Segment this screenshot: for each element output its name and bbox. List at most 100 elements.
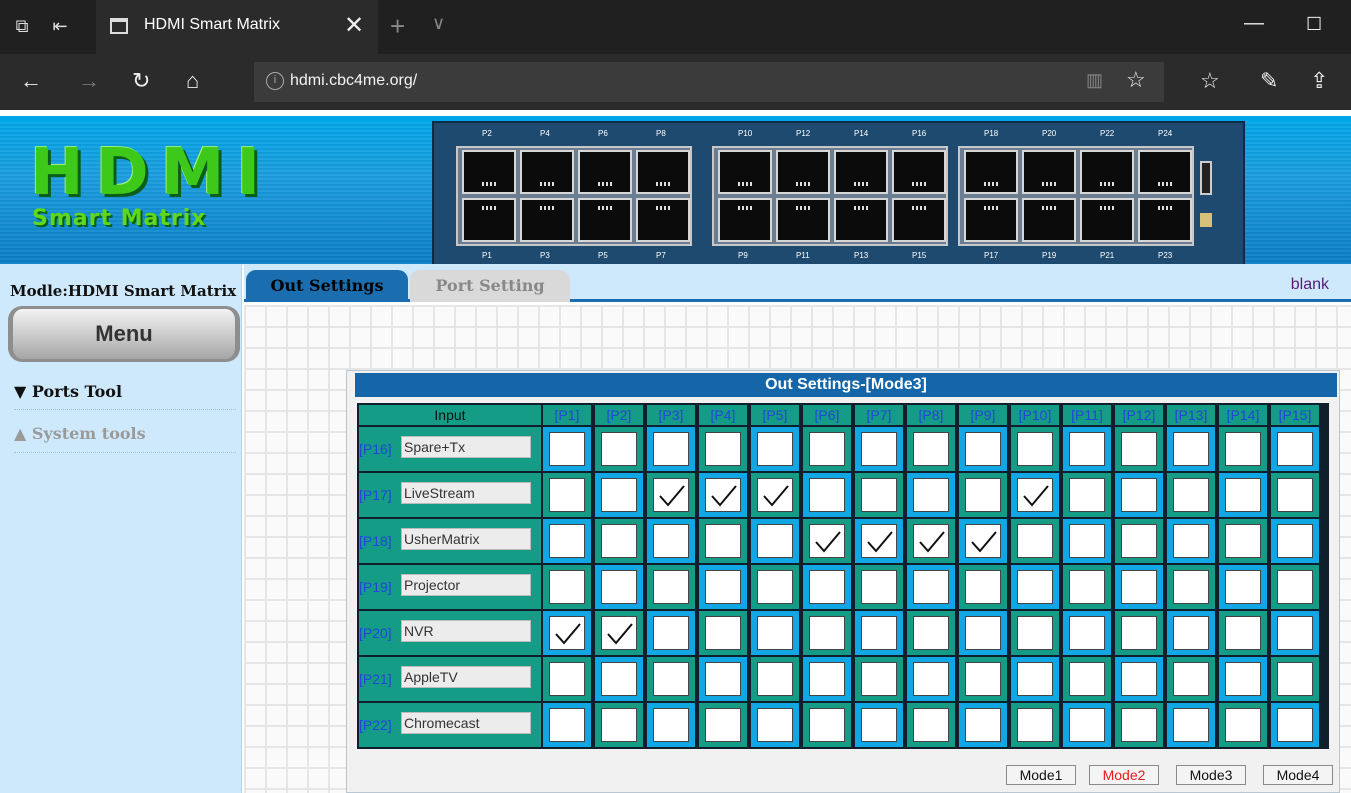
refresh-icon[interactable]: ↻ <box>132 68 150 94</box>
route-checkbox[interactable] <box>861 662 897 696</box>
route-checkbox[interactable] <box>861 570 897 604</box>
route-checkbox[interactable] <box>601 708 637 742</box>
route-checkbox[interactable] <box>965 662 1001 696</box>
route-checkbox[interactable] <box>1277 478 1313 512</box>
route-checkbox[interactable] <box>1017 524 1053 558</box>
route-checkbox[interactable] <box>1017 570 1053 604</box>
route-checkbox[interactable] <box>861 432 897 466</box>
pen-notes-icon[interactable]: ✎ <box>1260 68 1278 94</box>
route-checkbox[interactable] <box>601 524 637 558</box>
route-checkbox[interactable] <box>757 570 793 604</box>
route-checkbox[interactable] <box>1173 708 1209 742</box>
route-checkbox[interactable] <box>1017 478 1053 512</box>
route-checkbox[interactable] <box>1173 432 1209 466</box>
tab-out-settings[interactable]: Out Settings <box>246 270 408 302</box>
route-checkbox[interactable] <box>653 616 689 650</box>
site-info-icon[interactable]: i <box>266 72 284 90</box>
input-name-field[interactable]: Projector <box>401 574 531 596</box>
browser-tab[interactable]: HDMI Smart Matrix ✕ <box>96 0 378 54</box>
route-checkbox[interactable] <box>757 708 793 742</box>
route-checkbox[interactable] <box>965 570 1001 604</box>
route-checkbox[interactable] <box>549 524 585 558</box>
route-checkbox[interactable] <box>1017 662 1053 696</box>
share-icon[interactable]: ⇪ <box>1310 68 1328 94</box>
tab-port-setting[interactable]: Port Setting <box>410 270 570 302</box>
sidebar-item-ports-tool[interactable]: ▼ Ports Tool <box>14 382 122 401</box>
route-checkbox[interactable] <box>757 524 793 558</box>
back-icon[interactable]: ← <box>20 68 42 94</box>
route-checkbox[interactable] <box>757 432 793 466</box>
route-checkbox[interactable] <box>1277 708 1313 742</box>
new-tab-icon[interactable]: + <box>390 11 405 42</box>
route-checkbox[interactable] <box>1069 662 1105 696</box>
route-checkbox[interactable] <box>913 662 949 696</box>
route-checkbox[interactable] <box>1069 616 1105 650</box>
input-name-field[interactable]: AppleTV <box>401 666 531 688</box>
route-checkbox[interactable] <box>1017 708 1053 742</box>
route-checkbox[interactable] <box>1173 478 1209 512</box>
route-checkbox[interactable] <box>653 662 689 696</box>
route-checkbox[interactable] <box>601 432 637 466</box>
route-checkbox[interactable] <box>1069 478 1105 512</box>
route-checkbox[interactable] <box>1069 524 1105 558</box>
mode-button-2[interactable]: Mode2 <box>1089 765 1159 785</box>
route-checkbox[interactable] <box>653 524 689 558</box>
route-checkbox[interactable] <box>913 432 949 466</box>
route-checkbox[interactable] <box>1173 662 1209 696</box>
route-checkbox[interactable] <box>757 478 793 512</box>
route-checkbox[interactable] <box>913 478 949 512</box>
address-bar[interactable]: i hdmi.cbc4me.org/ ▥ ☆ <box>254 62 1164 102</box>
input-name-field[interactable]: Chromecast <box>401 712 531 734</box>
close-tab-icon[interactable]: ✕ <box>344 11 364 40</box>
blank-link[interactable]: blank <box>1291 276 1329 294</box>
route-checkbox[interactable] <box>1225 708 1261 742</box>
route-checkbox[interactable] <box>1277 524 1313 558</box>
route-checkbox[interactable] <box>1225 616 1261 650</box>
favorite-star-icon[interactable]: ☆ <box>1126 67 1146 93</box>
route-checkbox[interactable] <box>653 432 689 466</box>
mode-button-1[interactable]: Mode1 <box>1006 765 1076 785</box>
route-checkbox[interactable] <box>1069 432 1105 466</box>
route-checkbox[interactable] <box>601 662 637 696</box>
route-checkbox[interactable] <box>1277 662 1313 696</box>
route-checkbox[interactable] <box>549 432 585 466</box>
tab-actions-icon[interactable]: ⧉ <box>10 14 34 38</box>
route-checkbox[interactable] <box>809 524 845 558</box>
route-checkbox[interactable] <box>1225 432 1261 466</box>
route-checkbox[interactable] <box>1225 478 1261 512</box>
route-checkbox[interactable] <box>705 432 741 466</box>
input-name-field[interactable]: LiveStream <box>401 482 531 504</box>
route-checkbox[interactable] <box>705 570 741 604</box>
route-checkbox[interactable] <box>809 708 845 742</box>
route-checkbox[interactable] <box>549 616 585 650</box>
input-name-field[interactable]: Spare+Tx <box>401 436 531 458</box>
home-icon[interactable]: ⌂ <box>186 68 199 94</box>
route-checkbox[interactable] <box>601 570 637 604</box>
route-checkbox[interactable] <box>861 616 897 650</box>
route-checkbox[interactable] <box>1121 708 1157 742</box>
tab-preview-chevron-icon[interactable]: ∨ <box>432 13 445 34</box>
route-checkbox[interactable] <box>1069 708 1105 742</box>
route-checkbox[interactable] <box>809 478 845 512</box>
route-checkbox[interactable] <box>757 662 793 696</box>
route-checkbox[interactable] <box>861 478 897 512</box>
route-checkbox[interactable] <box>1173 570 1209 604</box>
route-checkbox[interactable] <box>965 708 1001 742</box>
route-checkbox[interactable] <box>809 616 845 650</box>
route-checkbox[interactable] <box>705 708 741 742</box>
route-checkbox[interactable] <box>653 570 689 604</box>
input-name-field[interactable]: NVR <box>401 620 531 642</box>
maximize-icon[interactable]: ☐ <box>1306 14 1322 35</box>
route-checkbox[interactable] <box>1173 616 1209 650</box>
route-checkbox[interactable] <box>809 662 845 696</box>
route-checkbox[interactable] <box>1121 662 1157 696</box>
route-checkbox[interactable] <box>549 708 585 742</box>
input-name-field[interactable]: UsherMatrix <box>401 528 531 550</box>
route-checkbox[interactable] <box>1225 662 1261 696</box>
route-checkbox[interactable] <box>965 432 1001 466</box>
reading-view-icon[interactable]: ▥ <box>1086 70 1103 91</box>
route-checkbox[interactable] <box>1017 616 1053 650</box>
forward-icon[interactable]: → <box>78 68 100 94</box>
route-checkbox[interactable] <box>549 478 585 512</box>
mode-button-4[interactable]: Mode4 <box>1263 765 1333 785</box>
